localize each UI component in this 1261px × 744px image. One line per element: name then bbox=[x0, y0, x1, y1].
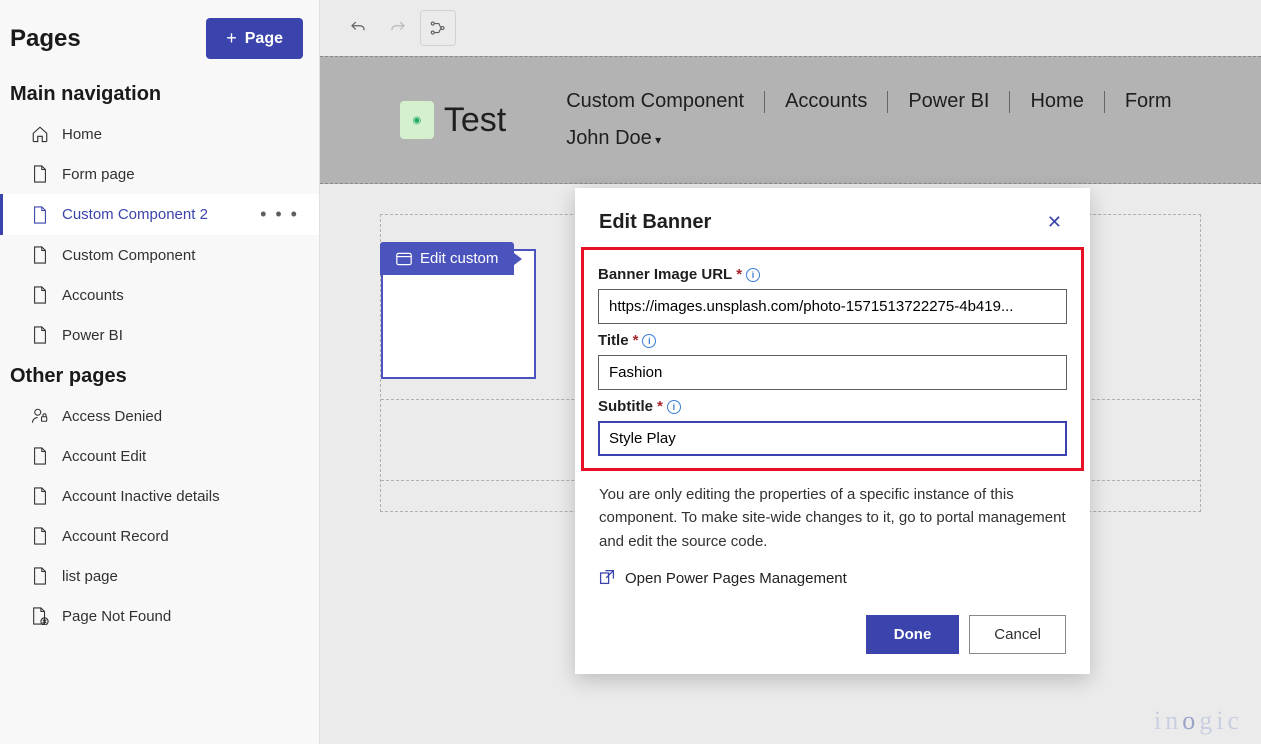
section-other-title: Other pages bbox=[0, 355, 319, 396]
component-icon bbox=[396, 252, 412, 266]
required-asterisk: * bbox=[657, 398, 663, 415]
site-map-button[interactable] bbox=[420, 10, 456, 46]
popover-title: Edit Banner bbox=[599, 211, 711, 234]
sidebar-item-custom-component[interactable]: Custom Component bbox=[0, 235, 319, 275]
popover-header: Edit Banner ✕ bbox=[575, 188, 1090, 247]
home-icon bbox=[30, 124, 50, 144]
page-icon bbox=[30, 566, 50, 586]
site-header-preview: ◉ Test Custom Component Accounts Power B… bbox=[320, 56, 1261, 184]
label-text: Title bbox=[598, 332, 629, 349]
section-main-title: Main navigation bbox=[0, 73, 319, 114]
sidebar-item-label: Account Edit bbox=[62, 448, 146, 465]
open-link-label: Open Power Pages Management bbox=[625, 570, 847, 587]
edit-custom-label: Edit custom bbox=[420, 250, 498, 267]
label-text: Banner Image URL bbox=[598, 266, 732, 283]
title-label: Title * i bbox=[598, 332, 1067, 349]
required-asterisk: * bbox=[736, 266, 742, 283]
nav-custom-component[interactable]: Custom Component bbox=[546, 90, 764, 113]
popover-actions: Done Cancel bbox=[575, 599, 1090, 654]
sidebar-item-label: Access Denied bbox=[62, 408, 162, 425]
sidebar-item-label: Power BI bbox=[62, 327, 123, 344]
info-icon[interactable]: i bbox=[667, 400, 681, 414]
sidebar-item-account-edit[interactable]: Account Edit bbox=[0, 436, 319, 476]
page-icon bbox=[30, 164, 50, 184]
new-page-button[interactable]: + Page bbox=[206, 18, 303, 59]
subtitle-label: Subtitle * i bbox=[598, 398, 1067, 415]
close-icon[interactable]: ✕ bbox=[1043, 208, 1066, 237]
page-icon bbox=[30, 325, 50, 345]
more-icon[interactable]: • • • bbox=[260, 204, 305, 225]
page-icon bbox=[30, 526, 50, 546]
nav-power-bi[interactable]: Power BI bbox=[888, 90, 1009, 113]
sidebar-item-label: Custom Component bbox=[62, 247, 195, 264]
sidebar-item-custom-component-2[interactable]: Custom Component 2 • • • bbox=[0, 194, 319, 235]
required-asterisk: * bbox=[633, 332, 639, 349]
page-icon bbox=[30, 205, 50, 225]
sidebar-item-label: Accounts bbox=[62, 287, 124, 304]
sidebar: Pages + Page Main navigation Home Form p… bbox=[0, 0, 320, 744]
sidebar-item-label: Home bbox=[62, 126, 102, 143]
nav-accounts[interactable]: Accounts bbox=[765, 90, 887, 113]
edit-banner-popover: Edit Banner ✕ Banner Image URL * i Title… bbox=[575, 188, 1090, 674]
edit-custom-badge[interactable]: Edit custom bbox=[380, 242, 514, 275]
form-highlight: Banner Image URL * i Title * i Subtitle … bbox=[581, 247, 1084, 471]
watermark: inogic bbox=[1154, 706, 1243, 736]
open-power-pages-link[interactable]: Open Power Pages Management bbox=[575, 559, 1090, 599]
sidebar-item-label: Account Inactive details bbox=[62, 488, 220, 505]
sidebar-item-label: list page bbox=[62, 568, 118, 585]
nav-home[interactable]: Home bbox=[1010, 90, 1103, 113]
external-link-icon bbox=[599, 569, 615, 589]
info-icon[interactable]: i bbox=[746, 268, 760, 282]
user-dropdown[interactable]: John Doe bbox=[546, 127, 681, 150]
top-nav: Custom Component Accounts Power BI Home … bbox=[546, 90, 1241, 150]
page-icon bbox=[30, 486, 50, 506]
field-title: Title * i bbox=[598, 332, 1067, 390]
sidebar-header: Pages + Page bbox=[0, 10, 319, 73]
info-icon[interactable]: i bbox=[642, 334, 656, 348]
sidebar-item-form-page[interactable]: Form page bbox=[0, 154, 319, 194]
nav-form[interactable]: Form bbox=[1105, 90, 1192, 113]
sidebar-item-account-record[interactable]: Account Record bbox=[0, 516, 319, 556]
person-lock-icon bbox=[30, 406, 50, 426]
image-url-input[interactable] bbox=[598, 289, 1067, 324]
sidebar-item-access-denied[interactable]: Access Denied bbox=[0, 396, 319, 436]
sidebar-item-label: Account Record bbox=[62, 528, 169, 545]
sidebar-item-list-page[interactable]: list page bbox=[0, 556, 319, 596]
helper-text: You are only editing the properties of a… bbox=[575, 471, 1090, 559]
undo-button[interactable] bbox=[340, 10, 376, 46]
sidebar-item-account-inactive[interactable]: Account Inactive details bbox=[0, 476, 319, 516]
page-icon bbox=[30, 446, 50, 466]
sidebar-item-label: Custom Component 2 bbox=[62, 206, 208, 223]
label-text: Subtitle bbox=[598, 398, 653, 415]
plus-icon: + bbox=[226, 28, 237, 49]
page-icon bbox=[30, 285, 50, 305]
image-url-label: Banner Image URL * i bbox=[598, 266, 1067, 283]
site-logo[interactable]: ◉ bbox=[400, 101, 434, 139]
toolbar bbox=[320, 0, 1261, 56]
field-subtitle: Subtitle * i bbox=[598, 398, 1067, 456]
done-button[interactable]: Done bbox=[866, 615, 960, 654]
sidebar-item-power-bi[interactable]: Power BI bbox=[0, 315, 319, 355]
sidebar-title: Pages bbox=[10, 25, 81, 53]
field-image-url: Banner Image URL * i bbox=[598, 266, 1067, 324]
page-icon bbox=[30, 245, 50, 265]
sidebar-item-page-not-found[interactable]: Page Not Found bbox=[0, 596, 319, 636]
sidebar-item-accounts[interactable]: Accounts bbox=[0, 275, 319, 315]
sidebar-item-label: Form page bbox=[62, 166, 135, 183]
page-error-icon bbox=[30, 606, 50, 626]
sidebar-item-label: Page Not Found bbox=[62, 608, 171, 625]
subtitle-input[interactable] bbox=[598, 421, 1067, 456]
title-input[interactable] bbox=[598, 355, 1067, 390]
cancel-button[interactable]: Cancel bbox=[969, 615, 1066, 654]
sidebar-item-home[interactable]: Home bbox=[0, 114, 319, 154]
new-page-label: Page bbox=[245, 30, 283, 48]
redo-button[interactable] bbox=[380, 10, 416, 46]
site-title: Test bbox=[444, 101, 506, 140]
